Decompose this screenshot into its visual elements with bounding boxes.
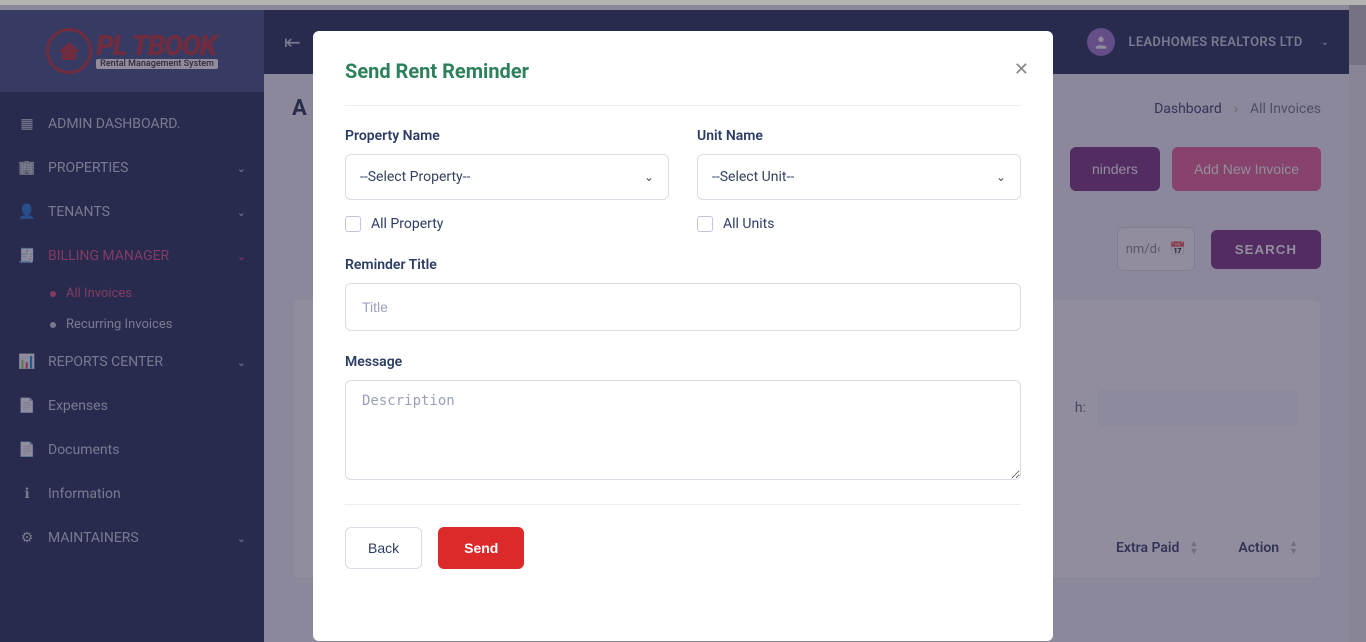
message-label: Message <box>345 354 402 370</box>
send-rent-reminder-modal: Send Rent Reminder ✕ Property Name --Sel… <box>313 31 1053 641</box>
property-select[interactable]: --Select Property-- ⌄ <box>345 154 669 200</box>
send-button[interactable]: Send <box>438 527 524 569</box>
divider <box>345 504 1021 505</box>
all-units-label: All Units <box>723 216 774 232</box>
all-units-checkbox[interactable] <box>697 216 713 232</box>
reminder-title-label: Reminder Title <box>345 257 437 273</box>
chevron-down-icon: ⌄ <box>996 170 1006 184</box>
property-select-value: --Select Property-- <box>360 169 470 185</box>
modal-title: Send Rent Reminder <box>345 59 1021 83</box>
property-name-label: Property Name <box>345 128 669 144</box>
all-property-label: All Property <box>371 216 443 232</box>
unit-name-label: Unit Name <box>697 128 1021 144</box>
all-property-checkbox[interactable] <box>345 216 361 232</box>
chevron-down-icon: ⌄ <box>644 170 654 184</box>
modal-close-button[interactable]: ✕ <box>1014 59 1029 80</box>
modal-overlay[interactable]: Send Rent Reminder ✕ Property Name --Sel… <box>0 5 1366 642</box>
message-textarea[interactable] <box>345 380 1021 480</box>
reminder-title-input[interactable] <box>345 283 1021 331</box>
unit-select-value: --Select Unit-- <box>712 169 794 185</box>
unit-select[interactable]: --Select Unit-- ⌄ <box>697 154 1021 200</box>
divider <box>345 105 1021 106</box>
back-button[interactable]: Back <box>345 527 422 569</box>
close-icon: ✕ <box>1014 59 1029 79</box>
